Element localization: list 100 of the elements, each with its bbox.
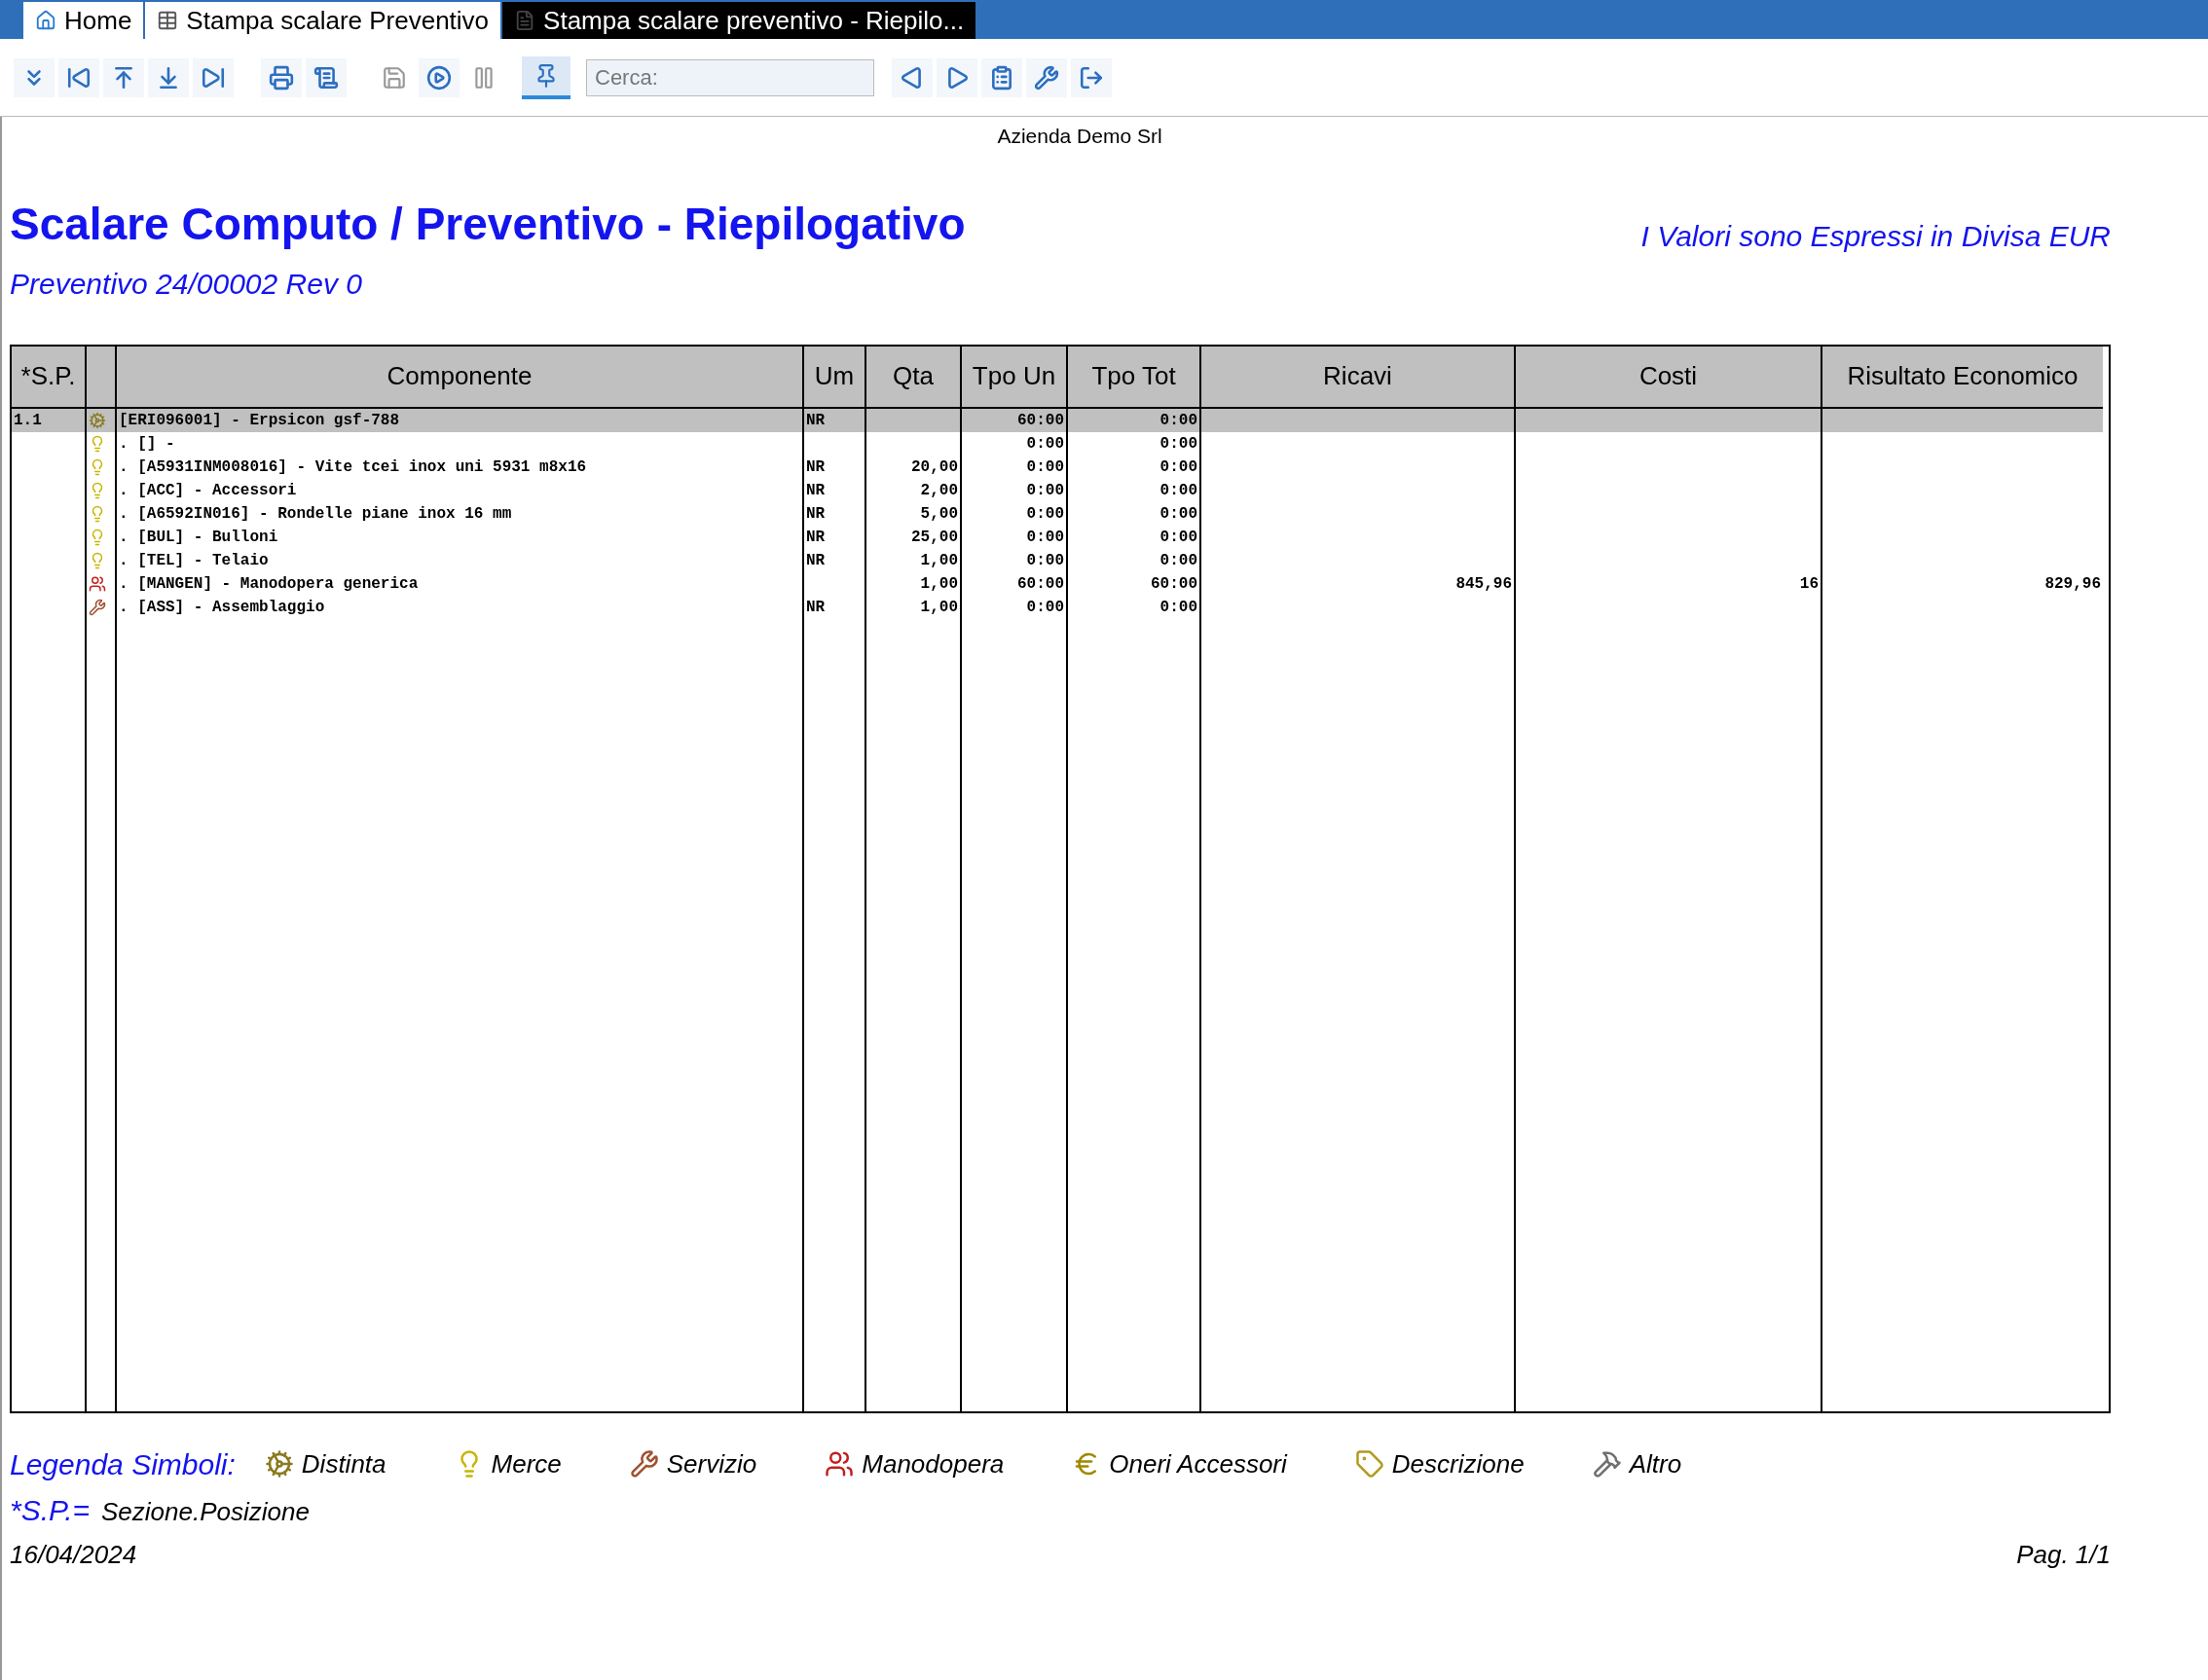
preview-icon xyxy=(313,64,339,91)
column-header: Um xyxy=(804,346,865,409)
table-cell-text: 16 xyxy=(1799,573,1819,595)
table-cell-text: . [A6592IN016] - Rondelle piane inox 16 mm xyxy=(119,503,512,525)
print-button[interactable] xyxy=(261,57,302,97)
column-header: Qta xyxy=(866,346,960,409)
legend-label: Oneri Accessori xyxy=(1109,1447,1287,1480)
run-icon xyxy=(426,64,452,91)
sp-key: *S.P.= xyxy=(10,1487,91,1532)
column-header: Componente xyxy=(117,346,802,409)
legend-label: Servizio xyxy=(666,1447,757,1480)
column-header: Ricavi xyxy=(1201,346,1514,409)
table-cell-text: NR xyxy=(806,503,826,525)
window-icon xyxy=(157,10,179,31)
first-button[interactable] xyxy=(58,57,99,97)
save-icon xyxy=(382,64,407,91)
table-cell-text: 845,96 xyxy=(1455,573,1512,595)
previous-button[interactable] xyxy=(892,57,933,97)
table-cell-text: 0:00 xyxy=(1026,527,1064,548)
table-cell-text: 0:00 xyxy=(1159,433,1197,455)
run-button[interactable] xyxy=(419,57,460,97)
table-cell-text: 25,00 xyxy=(911,527,958,548)
table-cell-text: 0:00 xyxy=(1026,457,1064,478)
table-cell-text: 1,00 xyxy=(920,597,958,618)
legend-label: Merce xyxy=(491,1447,562,1480)
report-title: Scalare Computo / Preventivo - Riepilogativo xyxy=(10,197,966,251)
table-cell: 60:00 xyxy=(962,408,1066,432)
pin-button[interactable] xyxy=(522,55,570,99)
table-cell-text: 5,00 xyxy=(920,503,958,525)
people-icon xyxy=(89,574,106,593)
table-cell-text: NR xyxy=(806,527,826,548)
table-cell-text: 0:00 xyxy=(1159,503,1197,525)
table-cell-text: 0:00 xyxy=(1159,457,1197,478)
search-field[interactable]: Cerca: xyxy=(586,58,874,96)
wrench-icon xyxy=(629,1449,659,1479)
table-cell-text: NR xyxy=(806,597,826,618)
table-cell-text: . [MANGEN] - Manodopera generica xyxy=(119,573,419,595)
table-cell-text: 0:00 xyxy=(1026,480,1064,501)
table-cell-text: 0:00 xyxy=(1159,480,1197,501)
table-cell-text: 0:00 xyxy=(1159,550,1197,571)
table-cell-text: . [] - xyxy=(119,433,175,455)
table-cell-text: 60:00 xyxy=(1017,573,1064,595)
next-button[interactable] xyxy=(937,57,977,97)
company-name: Azienda Demo Srl xyxy=(996,124,1162,149)
table-cell-text: 0:00 xyxy=(1026,433,1064,455)
print-icon xyxy=(269,64,294,91)
bottom-button[interactable] xyxy=(148,57,189,97)
table-cell: 0:00 xyxy=(1068,408,1199,432)
top-button[interactable] xyxy=(103,57,144,97)
table-cell-text: NR xyxy=(806,550,826,571)
sp-value: Sezione.Posizione xyxy=(101,1495,310,1528)
table-cell: NR xyxy=(804,408,865,432)
column-header: Risultato Economico xyxy=(1822,346,2103,409)
clipboard-button[interactable] xyxy=(981,57,1022,97)
exit-button[interactable] xyxy=(1071,57,1112,97)
currency-note: I Valori sono Espressi in Divisa EUR xyxy=(1640,218,2111,254)
legend-label: Manodopera xyxy=(862,1447,1005,1480)
clipboard-icon xyxy=(989,64,1014,91)
table-cell-text: 1,00 xyxy=(920,550,958,571)
table-cell-text: 2,00 xyxy=(920,480,958,501)
table-cell-text: NR xyxy=(806,480,826,501)
exit-icon xyxy=(1079,64,1104,91)
wrench-icon xyxy=(89,598,106,616)
table-cell-text: . [TEL] - Telaio xyxy=(119,550,269,571)
table-cell-text: 20,00 xyxy=(911,457,958,478)
table-cell-text: 0:00 xyxy=(1026,597,1064,618)
legend-label: Descrizione xyxy=(1391,1447,1525,1480)
report-subtitle: Preventivo 24/00002 Rev 0 xyxy=(10,266,363,302)
page-number: Pag. 1/1 xyxy=(2016,1538,2111,1571)
table-cell: [ERI096001] - Erpsicon gsf-788 xyxy=(117,408,802,432)
table-cell-text: 829,96 xyxy=(2044,573,2101,595)
table-cell-text: 0:00 xyxy=(1026,550,1064,571)
print-date: 16/04/2024 xyxy=(10,1538,137,1571)
legend-label: Altro xyxy=(1629,1447,1682,1480)
table-cell-text: . [BUL] - Bulloni xyxy=(119,527,278,548)
table-cell-text: . [A5931INM008016] - Vite tcei inox uni 5931 m8x16 xyxy=(119,457,587,478)
tools-button[interactable] xyxy=(1026,57,1067,97)
table-cell-text: 0:00 xyxy=(1026,503,1064,525)
table-cell-text: 60:00 xyxy=(1151,573,1197,595)
column-header: Costi xyxy=(1516,346,1821,409)
tab[interactable]: Stampa scalare Preventivo xyxy=(145,2,501,39)
expand-button[interactable] xyxy=(14,57,55,97)
column-header: Tpo Tot xyxy=(1068,346,1199,409)
table-cell-text: . [ACC] - Accessori xyxy=(119,480,297,501)
tab[interactable]: Stampa scalare preventivo - Riepilo... xyxy=(502,2,976,39)
table-cell: 1.1 xyxy=(12,408,85,432)
home-icon xyxy=(35,10,56,31)
tab[interactable]: Home xyxy=(23,2,144,39)
people-icon xyxy=(825,1449,855,1479)
table-cell-text: . [ASS] - Assemblaggio xyxy=(119,597,325,618)
tools-icon xyxy=(1034,64,1059,91)
table-cell-text: NR xyxy=(806,457,826,478)
table-cell-text: 1,00 xyxy=(920,573,958,595)
column-header: *S.P. xyxy=(12,346,85,409)
table-cell-text: 0:00 xyxy=(1159,597,1197,618)
legend-title: Legenda Simboli: xyxy=(10,1446,236,1482)
last-button[interactable] xyxy=(193,57,234,97)
preview-button[interactable] xyxy=(306,57,347,97)
legend-label: Distinta xyxy=(301,1447,386,1480)
column-header: Tpo Un xyxy=(962,346,1066,409)
